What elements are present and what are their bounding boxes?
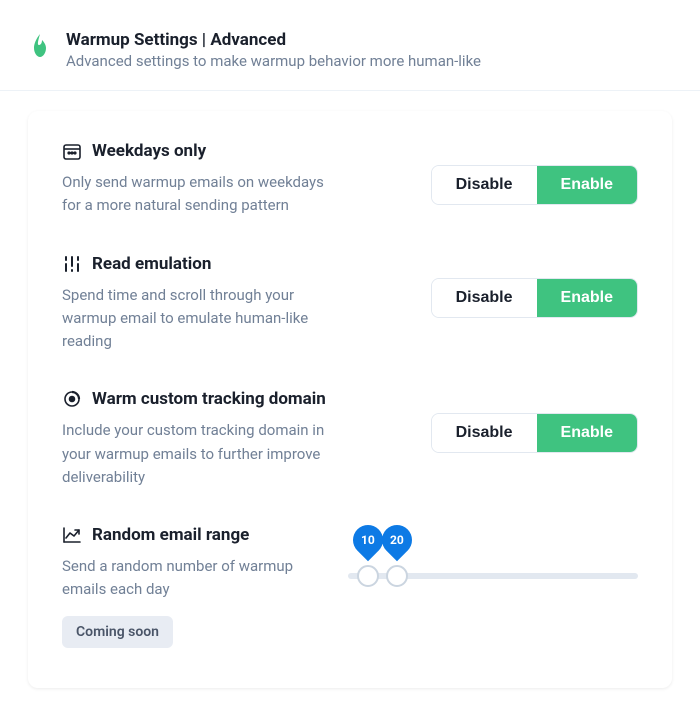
page-subtitle: Advanced settings to make warmup behavio… [66, 52, 481, 70]
setting-title: Warm custom tracking domain [92, 389, 326, 409]
slider-track [348, 573, 638, 579]
calendar-icon [62, 141, 82, 161]
target-icon [62, 389, 82, 409]
coming-soon-badge: Coming soon [62, 616, 173, 648]
flame-icon [28, 32, 52, 60]
setting-desc: Spend time and scroll through your warmu… [62, 284, 342, 354]
setting-tracking: Warm custom tracking domain Include your… [62, 389, 638, 489]
settings-card: Weekdays only Only send warmup emails on… [28, 111, 672, 688]
enable-button[interactable]: Enable [537, 279, 637, 317]
disable-button[interactable]: Disable [432, 279, 537, 317]
page-title: Warmup Settings | Advanced [66, 30, 481, 50]
setting-title: Random email range [92, 525, 249, 545]
toggle-read: Disable Enable [431, 278, 638, 318]
equalizer-icon [62, 254, 82, 274]
slider-handle-min[interactable] [357, 565, 379, 587]
setting-read: Read emulation Spend time and scroll thr… [62, 254, 638, 354]
enable-button[interactable]: Enable [537, 414, 637, 452]
setting-weekdays: Weekdays only Only send warmup emails on… [62, 141, 638, 218]
setting-desc: Include your custom tracking domain in y… [62, 419, 342, 489]
disable-button[interactable]: Disable [432, 166, 537, 204]
slider-handle-max[interactable] [386, 565, 408, 587]
setting-desc: Only send warmup emails on weekdays for … [62, 171, 342, 218]
toggle-weekdays: Disable Enable [431, 165, 638, 205]
setting-random: Random email range Send a random number … [62, 525, 638, 648]
page-header: Warmup Settings | Advanced Advanced sett… [0, 0, 700, 91]
setting-title: Weekdays only [92, 141, 206, 161]
range-slider[interactable]: 10 20 [348, 525, 638, 579]
setting-desc: Send a random number of warmup emails ea… [62, 555, 328, 602]
setting-title: Read emulation [92, 254, 211, 274]
enable-button[interactable]: Enable [537, 166, 637, 204]
disable-button[interactable]: Disable [432, 414, 537, 452]
toggle-tracking: Disable Enable [431, 413, 638, 453]
chart-line-icon [62, 525, 82, 545]
slider-max-bubble: 20 [376, 519, 418, 561]
